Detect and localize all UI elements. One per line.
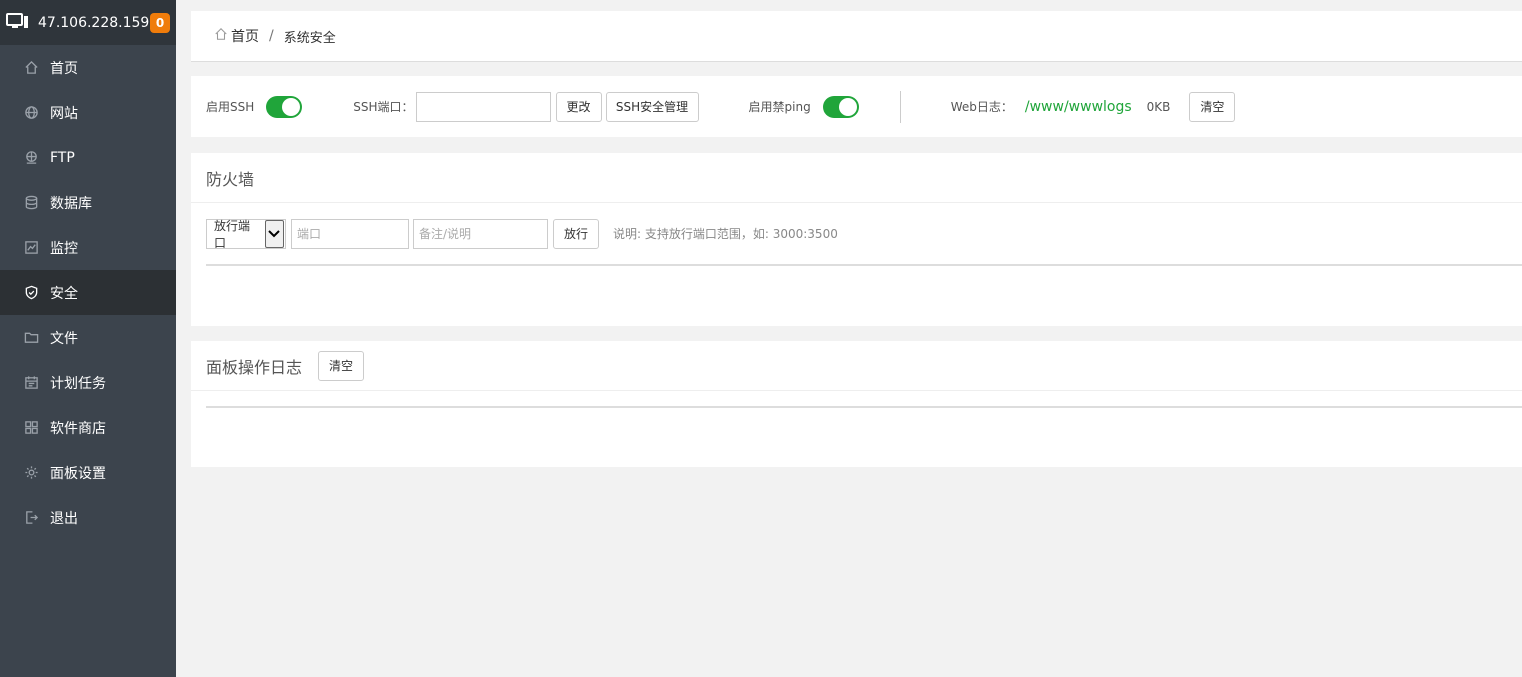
ping-disable-toggle[interactable]: [822, 95, 859, 118]
ssh-port-input[interactable]: [415, 91, 551, 122]
allow-port-button[interactable]: 放行: [553, 218, 599, 249]
home-icon: [22, 59, 40, 77]
sidebar-item-security[interactable]: 安全: [0, 270, 176, 315]
firewall-title: 防火墙: [191, 153, 1522, 203]
firewall-action-select[interactable]: 放行端口: [206, 218, 286, 250]
sidebar-footer: [0, 541, 176, 677]
folder-icon: [22, 329, 40, 347]
ssh-manage-button[interactable]: SSH安全管理: [605, 91, 699, 122]
sidebar-item-label: 监控: [50, 240, 78, 257]
sidebar-item-website[interactable]: 网站: [0, 90, 176, 135]
change-port-button[interactable]: 更改: [555, 91, 602, 122]
chart-icon: [22, 239, 40, 257]
sidebar-item-monitor[interactable]: 监控: [0, 225, 176, 270]
sidebar-item-label: 网站: [50, 105, 78, 122]
weblog-size: 0KB: [1146, 99, 1171, 114]
sidebar-item-label: 软件商店: [50, 420, 106, 437]
firewall-form: 放行端口 放行 说明: 支持放行端口范围，如: 3000:3500: [206, 203, 1522, 266]
logout-icon: [22, 509, 40, 527]
firewall-card: 防火墙 放行端口 放行 说明: 支持放行端口范围，如: 3000:3500: [191, 153, 1522, 326]
note-input[interactable]: [413, 218, 548, 249]
sidebar-item-label: FTP: [50, 149, 75, 166]
breadcrumb-separator: /: [269, 28, 274, 44]
ssh-enable-toggle[interactable]: [266, 95, 303, 118]
sidebar-item-label: 退出: [50, 510, 78, 527]
sidebar-menu: 首页 网站 FTP 数据库 监控 安全 文件 计划任务 软件商店 面板设置 退出: [0, 45, 176, 540]
server-ip: 47.106.228.159: [38, 14, 150, 31]
log-table-divider: [206, 406, 1522, 408]
sidebar-item-label: 安全: [50, 285, 78, 302]
clear-log-button[interactable]: 清空: [318, 350, 365, 381]
panel-log-title: 面板操作日志: [206, 357, 303, 377]
sidebar-item-cron[interactable]: 计划任务: [0, 360, 176, 405]
main-content: 首页 / 系统安全 启用SSH SSH端口： 更改 SSH安全管理 启用禁pin…: [176, 0, 1522, 677]
panel-log-header: 面板操作日志 清空: [191, 341, 1522, 391]
port-input[interactable]: [291, 218, 409, 249]
gear-icon: [22, 464, 40, 482]
firewall-hint: 说明: 支持放行端口范围，如: 3000:3500: [613, 227, 838, 241]
breadcrumb-current: 系统安全: [283, 30, 336, 46]
calendar-icon: [22, 374, 40, 392]
sidebar-item-label: 面板设置: [50, 465, 106, 482]
sidebar-item-files[interactable]: 文件: [0, 315, 176, 360]
server-header: 47.106.228.159 0: [0, 0, 176, 45]
globe-icon: [22, 104, 40, 122]
grid-icon: [22, 419, 40, 437]
divider: [899, 90, 901, 123]
sidebar-item-label: 首页: [50, 60, 78, 77]
ssh-port-label: SSH端口：: [353, 100, 414, 114]
sidebar-item-label: 计划任务: [50, 375, 106, 392]
home-icon: [214, 27, 231, 45]
sidebar-item-logout[interactable]: 退出: [0, 495, 176, 540]
ftp-icon: [22, 149, 40, 167]
weblog-label: Web日志：: [950, 100, 1013, 114]
weblog-path[interactable]: /www/wwwlogs: [1025, 99, 1132, 115]
shield-icon: [22, 284, 40, 302]
breadcrumb-home[interactable]: 首页: [231, 26, 259, 46]
ssh-enable-label: 启用SSH: [206, 100, 255, 114]
chevron-down-icon: [264, 219, 284, 248]
sidebar-item-database[interactable]: 数据库: [0, 180, 176, 225]
ssh-settings-row: 启用SSH SSH端口： 更改 SSH安全管理 启用禁ping Web日志： /…: [191, 76, 1522, 137]
database-icon: [22, 194, 40, 212]
sidebar-item-label: 数据库: [50, 195, 92, 212]
ping-disable-label: 启用禁ping: [748, 100, 811, 114]
panel-log-card: 面板操作日志 清空: [191, 341, 1522, 467]
sidebar: 47.106.228.159 0 首页 网站 FTP 数据库 监控 安全 文件 …: [0, 0, 176, 677]
sidebar-item-settings[interactable]: 面板设置: [0, 450, 176, 495]
breadcrumb: 首页 / 系统安全: [191, 11, 1522, 62]
sidebar-item-label: 文件: [50, 330, 78, 347]
sidebar-item-home[interactable]: 首页: [0, 45, 176, 90]
clear-weblog-button[interactable]: 清空: [1189, 91, 1236, 122]
notification-badge[interactable]: 0: [150, 12, 170, 33]
select-value: 放行端口: [214, 218, 251, 250]
sidebar-item-store[interactable]: 软件商店: [0, 405, 176, 450]
monitor-icon: [6, 12, 30, 33]
sidebar-item-ftp[interactable]: FTP: [0, 135, 176, 180]
